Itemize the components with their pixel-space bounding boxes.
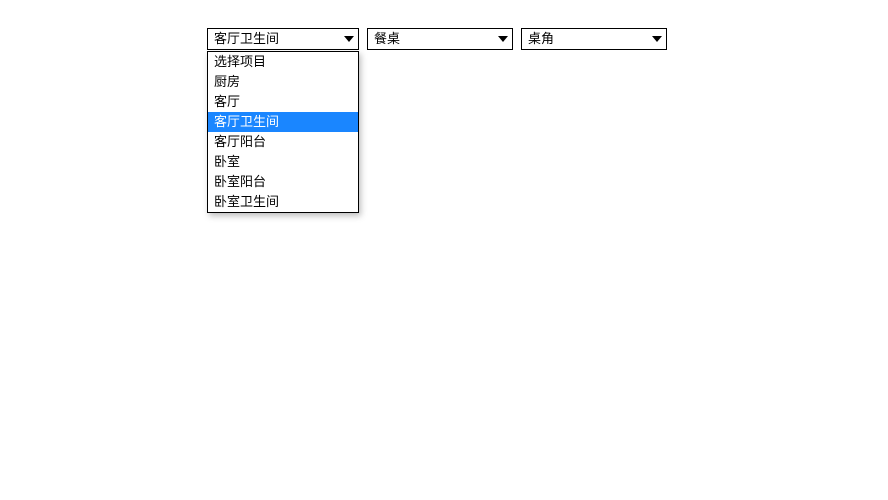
object-select-value: 餐桌 (374, 29, 400, 49)
chevron-down-icon (498, 36, 508, 42)
room-select[interactable]: 客厅卫生间 (207, 28, 359, 50)
room-select-value: 客厅卫生间 (214, 29, 279, 49)
object-select[interactable]: 餐桌 (367, 28, 513, 50)
room-option[interactable]: 客厅 (208, 92, 358, 112)
part-select-value: 桌角 (528, 29, 554, 49)
room-option[interactable]: 客厅卫生间 (208, 112, 358, 132)
room-option[interactable]: 卧室卫生间 (208, 192, 358, 212)
chevron-down-icon (344, 36, 354, 42)
room-select-dropdown[interactable]: 选择项目厨房客厅客厅卫生间客厅阳台卧室卧室阳台卧室卫生间 (207, 51, 359, 213)
chevron-down-icon (652, 36, 662, 42)
room-option[interactable]: 选择项目 (208, 52, 358, 72)
room-option[interactable]: 卧室 (208, 152, 358, 172)
room-option[interactable]: 厨房 (208, 72, 358, 92)
room-option[interactable]: 客厅阳台 (208, 132, 358, 152)
room-option[interactable]: 卧室阳台 (208, 172, 358, 192)
select-row: 客厅卫生间 餐桌 桌角 (207, 28, 667, 50)
part-select[interactable]: 桌角 (521, 28, 667, 50)
